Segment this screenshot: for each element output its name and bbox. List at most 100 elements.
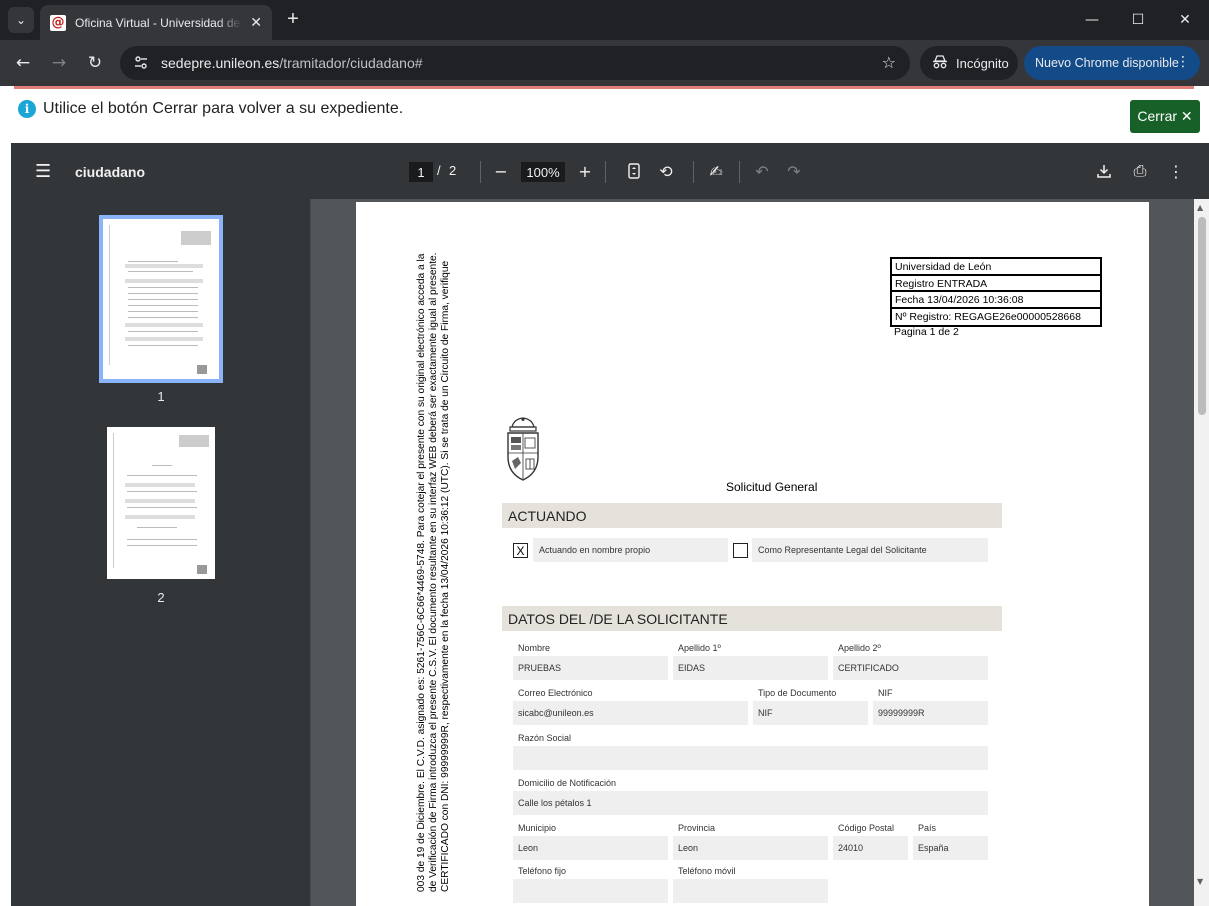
reload-button[interactable]: ↻ [83,51,107,75]
chrome-update-button[interactable]: Nuevo Chrome disponible ⋮ [1024,46,1200,80]
field-nif: 99999999R [873,701,988,725]
undo-icon[interactable]: ↶ [750,159,774,183]
field-label: NIF [878,688,893,698]
thumbnail-sidebar: 1 2 [11,199,311,906]
field-label: Teléfono móvil [678,866,736,876]
toolbar-divider [605,161,606,183]
page-separator: / [437,163,441,178]
download-icon[interactable] [1092,159,1116,183]
close-button[interactable]: Cerrar ✕ [1130,100,1200,133]
field-nombre: PRUEBAS [513,656,668,680]
scroll-down-icon[interactable]: ▼ [1197,877,1203,886]
field-label: Código Postal [838,823,895,833]
print-icon[interactable]: ⎙ [1128,159,1152,183]
field-apellido2: CERTIFICADO [833,656,988,680]
field-label: Provincia [678,823,716,833]
field-telefono-fijo [513,879,668,903]
maximize-button[interactable]: ☐ [1115,0,1161,40]
minimize-button[interactable]: — [1069,0,1115,40]
browser-toolbar: ← → ↻ sedepre.unileon.es/tramitador/ciud… [0,40,1209,86]
total-pages: 2 [449,163,457,178]
document-area: 003 de 19 de Diciembre. El C.V.D. asigna… [312,199,1209,906]
incognito-icon [932,54,948,72]
window-close-button[interactable]: ✕ [1162,0,1208,40]
option-nombre-propio: Actuando en nombre propio [533,538,728,562]
more-actions-icon[interactable]: ⋮ [1164,159,1188,183]
checkbox-representante[interactable] [733,543,748,558]
page-number-input[interactable]: 1 [409,162,433,182]
field-municipio: Leon [513,836,668,860]
zoom-in-icon[interactable]: + [573,159,597,183]
annotate-icon[interactable]: ✍ [704,159,728,183]
pdf-page: 003 de 19 de Diciembre. El C.V.D. asigna… [356,202,1149,906]
address-bar[interactable]: sedepre.unileon.es/tramitador/ciudadano#… [120,46,910,80]
page-count-text: Pagina 1 de 2 [894,326,959,338]
chevron-down-icon: ⌄ [15,13,27,27]
document-scrollbar[interactable]: ▲ ▼ [1194,199,1209,906]
back-button[interactable]: ← [11,51,35,75]
checkbox-nombre-propio[interactable]: X [513,543,528,558]
field-tipo-documento: NIF [753,701,868,725]
page-thumbnail-1[interactable] [99,215,223,383]
tab-title: Oficina Virtual - Universidad de León [75,15,242,30]
info-banner: i Utilice el botón Cerrar para volver a … [18,100,403,118]
field-label: Nombre [518,643,551,653]
scroll-up-icon[interactable]: ▲ [1197,203,1203,212]
form-title: Solicitud General [726,480,818,494]
field-apellido1: EIDAS [673,656,828,680]
redo-icon[interactable]: ↷ [782,159,806,183]
university-crest-icon [507,417,539,481]
registry-line: Universidad de León [892,259,1100,276]
field-label: Razón Social [518,733,572,743]
field-email: sicabc@unileon.es [513,701,748,725]
incognito-indicator[interactable]: Incógnito [920,46,1018,80]
scrollbar-thumb[interactable] [1198,217,1206,415]
more-vert-icon[interactable]: ⋮ [1176,54,1190,70]
registry-line: Fecha 13/04/2026 10:36:08 [892,292,1100,309]
site-favicon-icon: @ [50,14,66,31]
toolbar-divider [480,161,481,183]
pdf-toolbar: ☰ ciudadano 1 / 2 − 100% + ⟲ ✍ ↶ ↷ ⎙ ⋮ [11,143,1209,199]
toolbar-divider [739,161,740,183]
field-label: País [918,823,937,833]
field-label: Correo Electrónico [518,688,593,698]
thumbnail-label-2: 2 [157,590,165,605]
site-info-icon[interactable] [133,55,149,71]
page-thumbnail-2[interactable] [107,427,215,579]
fit-page-icon[interactable] [622,159,646,183]
registry-line: Nº Registro: REGAGE26e00000528668 [895,310,1081,323]
pdf-doc-name: ciudadano [75,164,146,180]
csv-vertical-text: 003 de 19 de Diciembre. El C.V.D. asigna… [416,252,451,892]
thumbnail-label-1: 1 [157,389,165,404]
web-page: i Utilice el botón Cerrar para volver a … [0,86,1209,906]
alert-top-border [14,86,1194,89]
sidebar-menu-icon[interactable]: ☰ [35,161,51,182]
bookmark-star-icon[interactable]: ☆ [882,53,896,72]
field-razon-social [513,746,988,770]
zoom-out-icon[interactable]: − [489,159,513,183]
forward-button[interactable]: → [47,51,71,75]
tab-search-button[interactable]: ⌄ [8,7,34,33]
pdf-viewer: ☰ ciudadano 1 / 2 − 100% + ⟲ ✍ ↶ ↷ ⎙ ⋮ 1… [11,143,1209,906]
field-telefono-movil [673,879,828,903]
browser-titlebar: ⌄ @ Oficina Virtual - Universidad de Leó… [0,0,1209,40]
field-label: Municipio [518,823,557,833]
tab-close-icon[interactable]: ✕ [250,15,262,31]
browser-tab[interactable]: @ Oficina Virtual - Universidad de León … [40,5,272,40]
field-codigo-postal: 24010 [833,836,908,860]
toolbar-divider [693,161,694,183]
field-label: Tipo de Documento [758,688,837,698]
section-header-datos: DATOS DEL /DE LA SOLICITANTE [502,606,1002,631]
field-domicilio: Calle los pétalos 1 [513,791,988,815]
registry-stamp: Universidad de León Registro ENTRADA Fec… [890,257,1102,327]
info-icon: i [18,100,36,118]
registry-line: Registro ENTRADA [892,276,1100,292]
field-label: Apellido 1º [678,643,721,653]
field-label: Teléfono fijo [518,866,567,876]
incognito-label: Incógnito [956,55,1009,71]
field-provincia: Leon [673,836,828,860]
update-label: Nuevo Chrome disponible [1035,56,1179,70]
rotate-icon[interactable]: ⟲ [654,159,678,183]
new-tab-button[interactable]: + [282,8,304,30]
zoom-input[interactable]: 100% [521,162,565,182]
